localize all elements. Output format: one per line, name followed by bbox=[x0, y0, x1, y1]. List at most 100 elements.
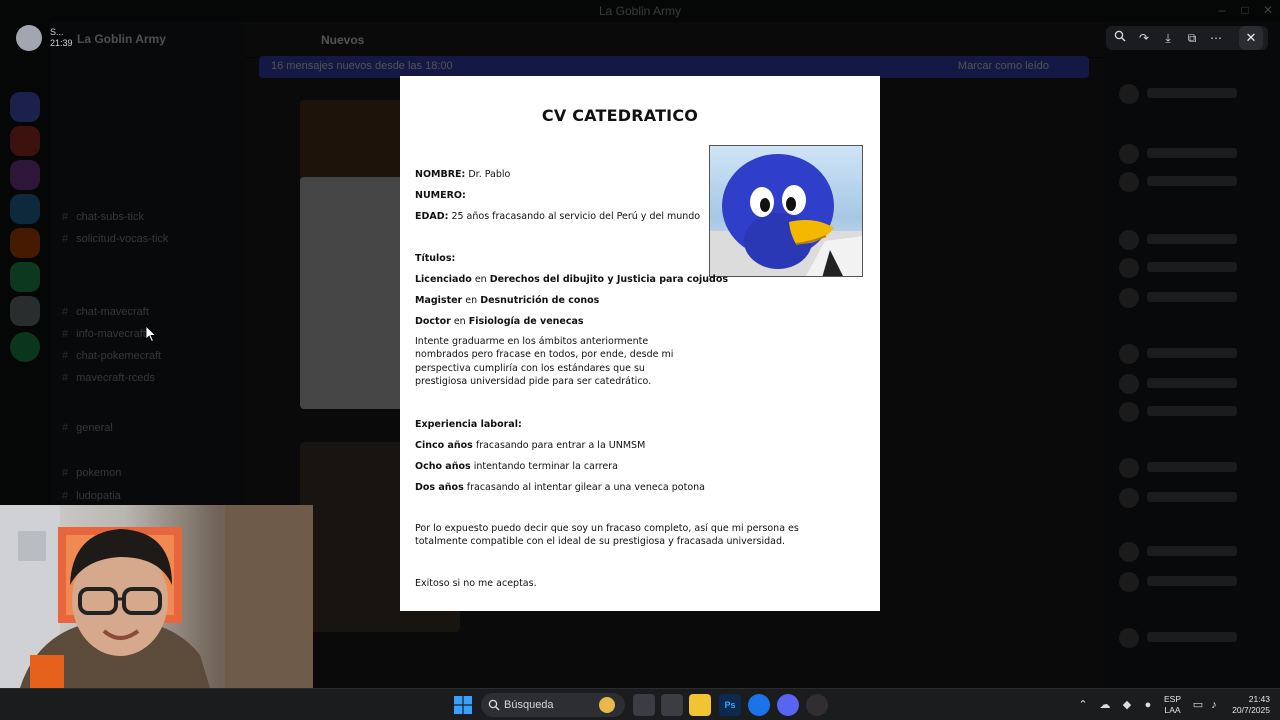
server-icon[interactable] bbox=[10, 194, 40, 224]
taskbar-search-input[interactable]: Búsqueda bbox=[481, 693, 625, 717]
member-item[interactable] bbox=[1119, 402, 1269, 424]
cloud-icon[interactable]: ☁ bbox=[1098, 698, 1112, 712]
open-external-icon[interactable]: ⧉ bbox=[1181, 26, 1203, 50]
member-item[interactable] bbox=[1119, 542, 1269, 564]
numero-line: NUMERO: bbox=[415, 189, 466, 202]
channel-item[interactable]: # info-mavecraft bbox=[62, 328, 146, 340]
document-title: CV CATEDRATICO bbox=[541, 106, 699, 125]
volume-icon[interactable]: ♪ bbox=[1207, 698, 1221, 712]
obs-icon[interactable] bbox=[806, 694, 828, 716]
windows-taskbar: Búsqueda Ps ⌃ ☁ ◆ ● ESP LAA ▭ ♪ 21:43 20… bbox=[0, 688, 1280, 720]
member-item[interactable] bbox=[1119, 144, 1269, 166]
titulo-item: Doctor en Fisiología de venecas bbox=[415, 316, 584, 327]
security-icon[interactable]: ◆ bbox=[1120, 698, 1134, 712]
windows-start-icon[interactable] bbox=[454, 696, 472, 714]
close-icon[interactable]: ✕ bbox=[1239, 26, 1263, 50]
window-titlebar: La Goblin Army – □ ✕ bbox=[0, 0, 1280, 22]
member-item[interactable] bbox=[1119, 288, 1269, 310]
webcam-feed bbox=[0, 505, 313, 688]
edad-label: EDAD: bbox=[415, 211, 449, 222]
forward-icon[interactable]: ↷ bbox=[1133, 26, 1155, 50]
member-item[interactable] bbox=[1119, 344, 1269, 366]
chrome-icon[interactable] bbox=[748, 694, 770, 716]
tray-overflow-icon[interactable]: ⌃ bbox=[1076, 698, 1090, 712]
signoff: Exitoso si no me aceptas. bbox=[415, 578, 537, 589]
nombre-value: Dr. Pablo bbox=[468, 169, 511, 180]
window-close-icon[interactable]: ✕ bbox=[1260, 3, 1276, 19]
mouse-cursor-icon bbox=[145, 325, 157, 347]
user-avatar[interactable] bbox=[16, 25, 42, 51]
server-icon[interactable] bbox=[10, 296, 40, 326]
member-item[interactable] bbox=[1119, 258, 1269, 280]
taskbar-clock[interactable]: 21:43 20/7/2025 bbox=[1226, 694, 1270, 716]
intro-paragraph: Intente graduarme en los ámbitos anterio… bbox=[415, 336, 674, 388]
photoshop-icon[interactable]: Ps bbox=[719, 694, 741, 716]
chat-channel-name: Nuevos bbox=[321, 33, 365, 47]
member-item[interactable] bbox=[1119, 84, 1269, 106]
member-item[interactable] bbox=[1119, 374, 1269, 396]
user-name: S... bbox=[50, 27, 64, 37]
chat-header: Nuevos bbox=[245, 22, 1105, 58]
new-messages-banner[interactable]: 16 mensajes nuevos desde las 18:00 Marca… bbox=[259, 56, 1089, 78]
user-time: 21:39 bbox=[50, 38, 73, 48]
server-icon[interactable] bbox=[10, 160, 40, 190]
member-item[interactable] bbox=[1119, 488, 1269, 510]
task-view-icon[interactable] bbox=[633, 694, 655, 716]
channel-item[interactable]: # general bbox=[62, 422, 113, 434]
member-list bbox=[1105, 22, 1280, 688]
member-item[interactable] bbox=[1119, 172, 1269, 194]
user-info: S... 21:39 bbox=[50, 27, 73, 49]
channel-item[interactable]: # ludopatia bbox=[62, 490, 121, 502]
clock-time: 21:43 bbox=[1248, 694, 1270, 704]
channel-item[interactable]: # mavecraft-rceds bbox=[62, 372, 155, 384]
channel-item[interactable]: # chat-pokemecraft bbox=[62, 350, 161, 362]
numero-label: NUMERO: bbox=[415, 190, 466, 201]
microphone-icon[interactable]: ● bbox=[1141, 698, 1155, 712]
channel-item[interactable]: # chat-mavecraft bbox=[62, 306, 149, 318]
experiencia-item: Dos años fracasando al intentar gilear a… bbox=[415, 482, 705, 493]
language-indicator[interactable]: ESP LAA bbox=[1164, 694, 1181, 716]
channel-item[interactable]: # solicitud-vocas-tick bbox=[62, 233, 168, 245]
server-name[interactable]: La Goblin Army bbox=[77, 32, 166, 46]
member-item[interactable] bbox=[1119, 572, 1269, 594]
closing-paragraph: Por lo expuesto puedo decir que soy un f… bbox=[415, 523, 799, 548]
titulos-heading: Títulos: bbox=[415, 253, 456, 264]
network-icon[interactable]: ▭ bbox=[1191, 698, 1205, 712]
file-explorer-icon[interactable] bbox=[689, 694, 711, 716]
experiencia-heading: Experiencia laboral: bbox=[415, 419, 522, 430]
nombre-line: NOMBRE: Dr. Pablo bbox=[415, 168, 510, 181]
mark-read-link[interactable]: Marcar como leído bbox=[958, 60, 1049, 72]
edad-value: 25 años fracasando al servicio del Perú … bbox=[451, 211, 701, 222]
channel-item[interactable]: # chat-subs-tick bbox=[62, 211, 144, 223]
experiencia-item: Ocho años intentando terminar la carrera bbox=[415, 461, 618, 472]
app-icon[interactable] bbox=[661, 694, 683, 716]
add-server-icon[interactable] bbox=[10, 332, 40, 362]
channel-item[interactable]: # pokemon bbox=[62, 467, 121, 479]
member-item[interactable] bbox=[1119, 230, 1269, 252]
pablo-penguin-photo bbox=[709, 145, 863, 277]
clock-date: 20/7/2025 bbox=[1232, 705, 1270, 715]
more-icon[interactable]: ⋯ bbox=[1205, 26, 1227, 50]
search-placeholder: Búsqueda bbox=[504, 699, 554, 711]
search-icon bbox=[488, 698, 500, 716]
nombre-label: NOMBRE: bbox=[415, 169, 466, 180]
titulo-item: Licenciado en Derechos del dibujito y Ju… bbox=[415, 274, 729, 285]
zoom-icon[interactable] bbox=[1109, 26, 1131, 50]
banner-text: 16 mensajes nuevos desde las 18:00 bbox=[271, 60, 453, 72]
download-icon[interactable]: ⤓ bbox=[1157, 26, 1179, 50]
minimize-icon[interactable]: – bbox=[1214, 3, 1230, 19]
titulo-item: Magister en Desnutrición de conos bbox=[415, 295, 600, 306]
server-icon[interactable] bbox=[10, 228, 40, 258]
server-icon[interactable] bbox=[10, 92, 40, 122]
server-icon[interactable] bbox=[10, 126, 40, 156]
window-title: La Goblin Army bbox=[598, 4, 682, 18]
edad-line: EDAD: 25 años fracasando al servicio del… bbox=[415, 210, 700, 223]
search-highlight-icon bbox=[599, 697, 615, 713]
member-item[interactable] bbox=[1119, 458, 1269, 480]
server-icon[interactable] bbox=[10, 262, 40, 292]
discord-icon[interactable] bbox=[777, 694, 799, 716]
cv-document-image[interactable]: CV CATEDRATICO NOMBRE: Dr. Pablo NUMERO:… bbox=[400, 76, 880, 611]
member-item[interactable] bbox=[1119, 628, 1269, 650]
experiencia-item: Cinco años fracasando para entrar a la U… bbox=[415, 440, 646, 451]
maximize-icon[interactable]: □ bbox=[1237, 3, 1253, 19]
